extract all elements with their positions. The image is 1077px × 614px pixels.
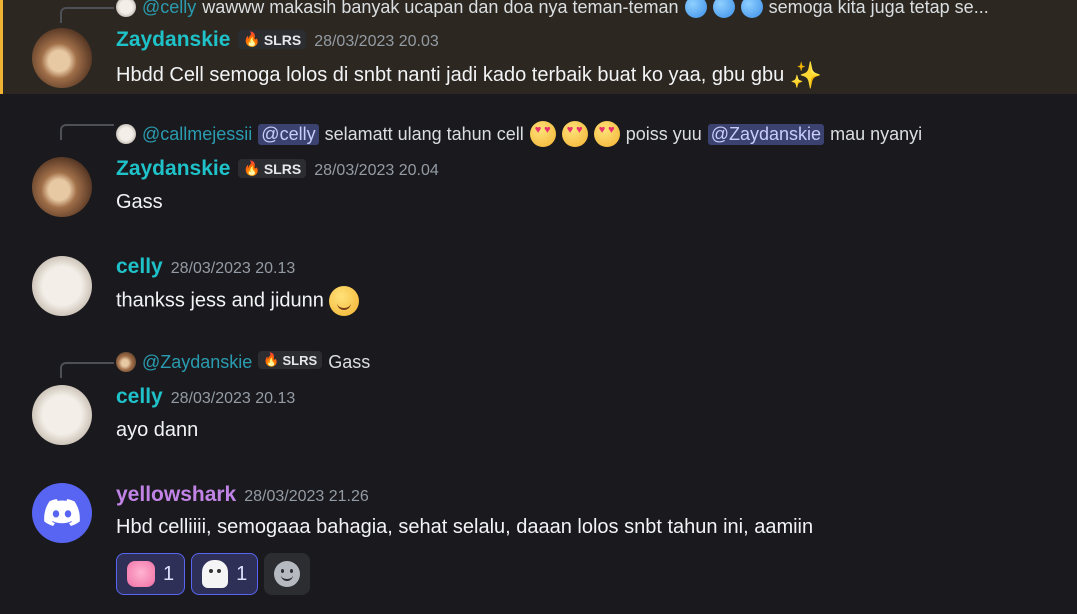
message-item[interactable]: celly 28/03/2023 20.13 thankss jess and … bbox=[0, 240, 1077, 330]
timestamp[interactable]: 28/03/2023 20.04 bbox=[314, 162, 439, 180]
guild-tag[interactable]: 🔥 SLRS bbox=[238, 30, 307, 49]
reply-mention-2[interactable]: @Zaydanskie bbox=[707, 123, 825, 145]
reply-mention[interactable]: @celly bbox=[142, 0, 196, 18]
message-content: Hbdd Cell semoga lolos di snbt nanti jad… bbox=[116, 60, 822, 91]
ghost-icon bbox=[202, 560, 229, 588]
message-text: ayo dann bbox=[116, 419, 199, 441]
username[interactable]: yellowshark bbox=[116, 483, 236, 507]
message-content: Hbd celliiii, semogaaa bahagia, sehat se… bbox=[116, 516, 813, 539]
avatar[interactable] bbox=[32, 385, 92, 445]
message-item[interactable]: @Zaydanskie 🔥 SLRS Gass celly 28/03/2023 … bbox=[0, 340, 1077, 450]
reaction-button[interactable]: 1 bbox=[116, 553, 186, 595]
reply-connector bbox=[60, 362, 114, 378]
reply-author[interactable]: @Zaydanskie bbox=[142, 352, 252, 373]
reply-avatar bbox=[116, 124, 136, 144]
message-header: Zaydanskie 🔥 SLRS 28/03/2023 20.03 bbox=[116, 28, 439, 56]
guild-tag-label: SLRS bbox=[282, 352, 318, 368]
timestamp[interactable]: 28/03/2023 20.13 bbox=[171, 390, 296, 408]
reply-preview[interactable]: @callmejessii @celly selamatt ulang tahu… bbox=[116, 121, 1066, 147]
guild-tag[interactable]: 🔥 SLRS bbox=[238, 159, 307, 178]
add-reaction-button[interactable] bbox=[264, 553, 311, 595]
heart-eyes-icon bbox=[593, 121, 620, 147]
timestamp[interactable]: 28/03/2023 20.13 bbox=[171, 260, 296, 278]
reaction-count: 1 bbox=[163, 562, 175, 585]
username[interactable]: Zaydanskie bbox=[116, 28, 230, 52]
guild-tag[interactable]: 🔥 SLRS bbox=[258, 351, 323, 369]
reply-mention[interactable]: @celly bbox=[258, 123, 319, 145]
message-header: yellowshark 28/03/2023 21.26 bbox=[116, 483, 369, 511]
username[interactable]: celly bbox=[116, 385, 163, 409]
discord-logo-icon bbox=[44, 499, 80, 526]
message-header: celly 28/03/2023 20.13 bbox=[116, 385, 295, 413]
reply-avatar bbox=[116, 0, 136, 17]
avatar[interactable] bbox=[32, 28, 92, 88]
reply-connector bbox=[60, 7, 114, 23]
blue-heart-icon bbox=[712, 0, 735, 18]
message-text: Hbdd Cell semoga lolos di snbt nanti jad… bbox=[116, 63, 785, 86]
message-content: thankss jess and jidunn bbox=[116, 286, 360, 316]
blue-heart-icon bbox=[740, 0, 763, 18]
smiling-hearts-icon bbox=[329, 286, 360, 316]
chat-message-list: @celly wawww makasih banyak ucapan dan d… bbox=[0, 0, 1077, 614]
reply-text: Gass bbox=[328, 351, 371, 372]
avatar[interactable] bbox=[32, 157, 92, 217]
guild-tag-label: SLRS bbox=[263, 31, 302, 48]
message-content: ayo dann bbox=[116, 419, 198, 442]
message-header: Zaydanskie 🔥 SLRS 28/03/2023 20.04 bbox=[116, 157, 439, 185]
reply-connector bbox=[60, 124, 114, 140]
flame-icon: 🔥 bbox=[243, 160, 261, 176]
heart-eyes-icon bbox=[529, 121, 556, 147]
avatar[interactable] bbox=[32, 256, 92, 316]
username[interactable]: celly bbox=[116, 255, 163, 279]
reply-text-after: mau nyanyi bbox=[830, 123, 923, 144]
heart-eyes-icon bbox=[561, 121, 588, 147]
reply-preview[interactable]: @Zaydanskie 🔥 SLRS Gass bbox=[116, 349, 1066, 375]
reaction-button[interactable]: 1 bbox=[191, 553, 259, 595]
avatar[interactable] bbox=[32, 483, 92, 543]
reply-avatar bbox=[116, 352, 136, 372]
sparkles-icon: ✨ bbox=[789, 60, 823, 90]
reaction-count: 1 bbox=[236, 562, 248, 585]
reply-author[interactable]: @callmejessii bbox=[142, 124, 252, 145]
message-text: thankss jess and jidunn bbox=[116, 289, 324, 312]
reaction-bar: 1 1 bbox=[116, 553, 311, 595]
reply-text-mid: poiss yuu bbox=[625, 123, 702, 144]
message-content: Gass bbox=[116, 191, 163, 214]
timestamp[interactable]: 28/03/2023 20.03 bbox=[314, 33, 439, 51]
timestamp[interactable]: 28/03/2023 21.26 bbox=[244, 488, 369, 506]
blue-heart-icon bbox=[684, 0, 707, 18]
message-text: Gass bbox=[116, 191, 163, 213]
add-reaction-icon bbox=[274, 561, 301, 587]
reply-text: selamatt ulang tahun cell bbox=[324, 123, 524, 144]
flame-icon: 🔥 bbox=[243, 31, 261, 47]
reply-text: wawww makasih banyak ucapan dan doa nya … bbox=[202, 0, 679, 17]
reply-preview[interactable]: @celly wawww makasih banyak ucapan dan d… bbox=[116, 0, 1066, 20]
message-header: celly 28/03/2023 20.13 bbox=[116, 255, 295, 283]
guild-tag-label: SLRS bbox=[263, 160, 302, 177]
flame-icon: 🔥 bbox=[263, 352, 280, 367]
message-item[interactable]: @celly wawww makasih banyak ucapan dan d… bbox=[0, 0, 1077, 94]
reply-text-after: semoga kita juga tetap se... bbox=[768, 0, 989, 17]
message-text: Hbd celliiii, semogaaa bahagia, sehat se… bbox=[116, 516, 814, 538]
username[interactable]: Zaydanskie bbox=[116, 157, 230, 181]
message-item[interactable]: @callmejessii @celly selamatt ulang tahu… bbox=[0, 112, 1077, 222]
heart-sparkle-icon bbox=[127, 561, 155, 587]
